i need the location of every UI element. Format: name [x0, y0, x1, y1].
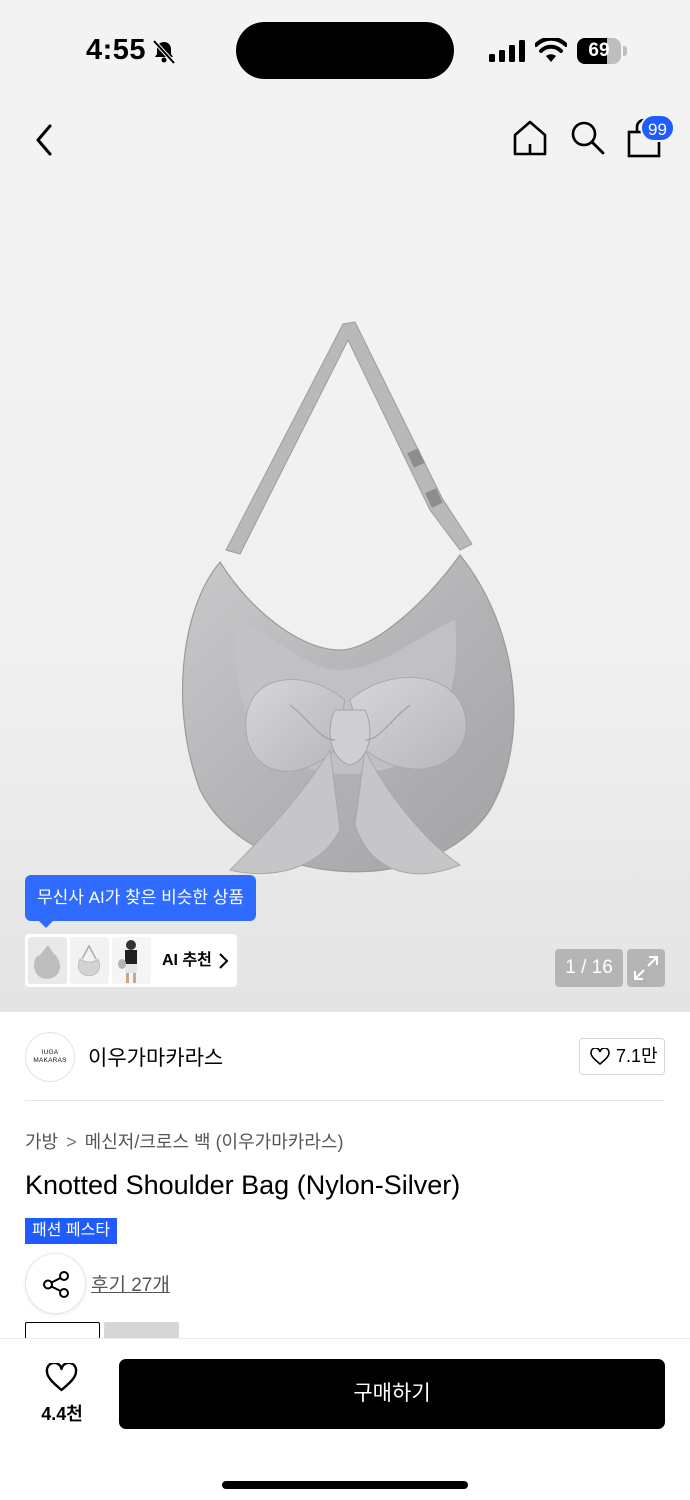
ai-recommend-label: AI 추천 [162, 952, 212, 969]
expand-button[interactable] [627, 949, 665, 987]
status-bar: 4:55 69 [0, 0, 690, 100]
bag-thumbnail-icon [34, 945, 61, 979]
status-time: 4:55 [86, 34, 147, 66]
search-icon[interactable] [568, 118, 608, 158]
cart-badge: 99 [640, 114, 675, 142]
wish-count: 4.4천 [41, 1404, 83, 1424]
heart-icon[interactable] [45, 1363, 78, 1393]
model-thumbnail-icon [118, 940, 137, 983]
review-link[interactable]: 후기 27개 [91, 1270, 170, 1297]
brand-logo-line1: IUGA [41, 1049, 59, 1056]
cellular-signal-icon [489, 40, 525, 62]
back-icon[interactable] [28, 120, 62, 160]
ai-thumbnail[interactable] [112, 937, 151, 984]
battery-percent: 69 [588, 40, 610, 61]
dynamic-island [236, 22, 454, 79]
bell-off-icon [152, 39, 176, 65]
image-counter: 1 / 16 [555, 949, 623, 987]
brand-row[interactable]: IUGA MAKARAS 이우가마카라스 7.1만 [0, 1012, 690, 1102]
buy-button[interactable]: 구매하기 [119, 1359, 665, 1429]
battery-body: 69 [577, 38, 621, 64]
product-title: Knotted Shoulder Bag (Nylon-Silver) [25, 1170, 461, 1200]
share-button[interactable] [25, 1253, 86, 1314]
bag-thumbnail-icon [78, 944, 100, 977]
bottom-bar: 4.4천 구매하기 [0, 1338, 690, 1500]
brand-logo-line2: MAKARAS [33, 1057, 67, 1064]
chevron-right-icon [219, 953, 229, 969]
home-indicator[interactable] [222, 1481, 468, 1489]
promo-badge: 패션 페스타 [25, 1218, 118, 1244]
product-image[interactable] [160, 310, 540, 930]
product-gallery[interactable]: 99 무신사 AI가 찾은 비슷한 상품 AI 추천 1 / 16 [0, 100, 690, 1012]
chevron-right-icon: > [66, 1132, 77, 1152]
brand-name[interactable]: 이우가마카라스 [88, 1042, 223, 1072]
expand-icon [634, 956, 658, 980]
breadcrumb: 가방 > 메신저/크로스 백 (이우가마카라스) [25, 1128, 343, 1154]
brand-like-button[interactable]: 7.1만 [579, 1038, 665, 1075]
breadcrumb-item[interactable]: 메신저/크로스 백 (이우가마카라스) [85, 1132, 344, 1152]
battery-indicator: 69 [577, 38, 627, 64]
brand-logo[interactable]: IUGA MAKARAS [25, 1032, 75, 1082]
home-icon[interactable] [510, 118, 550, 158]
share-icon [43, 1271, 69, 1298]
battery-nub [623, 46, 627, 56]
divider [25, 1100, 665, 1101]
heart-icon [590, 1048, 610, 1066]
ai-thumbnail[interactable] [70, 937, 109, 984]
wifi-icon [535, 38, 567, 62]
ai-thumbnail[interactable] [28, 937, 67, 984]
ai-similar-tooltip[interactable]: 무신사 AI가 찾은 비슷한 상품 [25, 875, 256, 928]
ai-recommend-card[interactable]: AI 추천 [25, 934, 237, 987]
brand-like-count: 7.1만 [616, 1046, 658, 1066]
breadcrumb-item[interactable]: 가방 [25, 1132, 58, 1152]
